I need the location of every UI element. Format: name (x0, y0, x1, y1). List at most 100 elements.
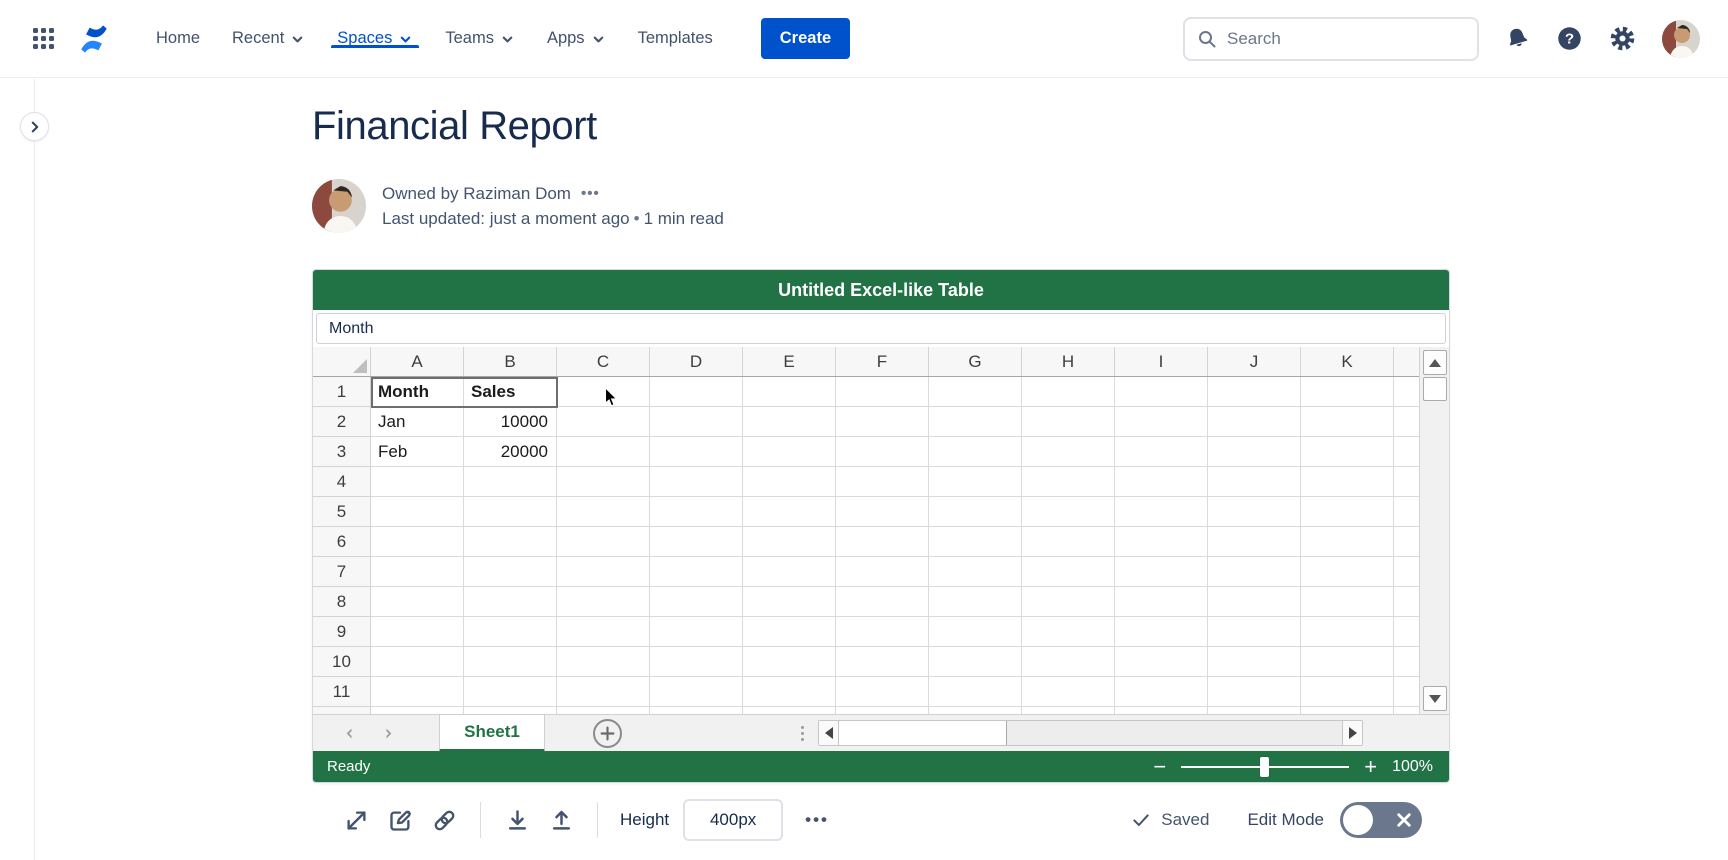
cell-E12[interactable] (743, 707, 836, 714)
zoom-slider[interactable] (1181, 757, 1349, 777)
cell-K11[interactable] (1301, 677, 1394, 707)
cell-D5[interactable] (650, 497, 743, 527)
cell-C5[interactable] (557, 497, 650, 527)
cell-G6[interactable] (929, 527, 1022, 557)
cell-D4[interactable] (650, 467, 743, 497)
cell-E4[interactable] (743, 467, 836, 497)
zoom-out-button[interactable]: − (1153, 757, 1166, 777)
cell-J3[interactable] (1208, 437, 1301, 467)
cell-I5[interactable] (1115, 497, 1208, 527)
vertical-scrollbar[interactable] (1419, 347, 1449, 714)
cell-C8[interactable] (557, 587, 650, 617)
sheet-nav-left-icon[interactable] (343, 727, 356, 740)
cell-G9[interactable] (929, 617, 1022, 647)
cell-C7[interactable] (557, 557, 650, 587)
cell-E8[interactable] (743, 587, 836, 617)
scroll-up-button[interactable] (1423, 350, 1447, 375)
cell-I1[interactable] (1115, 377, 1208, 407)
cell-G5[interactable] (929, 497, 1022, 527)
row-header-6[interactable]: 6 (313, 527, 371, 557)
cell-K4[interactable] (1301, 467, 1394, 497)
owner-text[interactable]: Owned by Raziman Dom (382, 181, 571, 206)
cell-K12[interactable] (1301, 707, 1394, 714)
column-header-F[interactable]: F (836, 347, 929, 376)
cell-J2[interactable] (1208, 407, 1301, 437)
cell-H1[interactable] (1022, 377, 1115, 407)
column-header-E[interactable]: E (743, 347, 836, 376)
cell-E10[interactable] (743, 647, 836, 677)
cell-I11[interactable] (1115, 677, 1208, 707)
add-sheet-button[interactable] (593, 719, 622, 748)
cell-E9[interactable] (743, 617, 836, 647)
cell-G4[interactable] (929, 467, 1022, 497)
cell-B2[interactable]: 10000 (464, 407, 557, 437)
edit-icon[interactable] (378, 798, 422, 842)
cell-A10[interactable] (371, 647, 464, 677)
cell-I12[interactable] (1115, 707, 1208, 714)
row-header-2[interactable]: 2 (313, 407, 371, 437)
cell-H7[interactable] (1022, 557, 1115, 587)
column-header-A[interactable]: A (371, 347, 464, 376)
cell-H10[interactable] (1022, 647, 1115, 677)
cell-K8[interactable] (1301, 587, 1394, 617)
cell-K3[interactable] (1301, 437, 1394, 467)
more-options-button[interactable]: ••• (805, 810, 829, 830)
select-all-corner[interactable] (313, 347, 371, 376)
cell-F6[interactable] (836, 527, 929, 557)
cell-G3[interactable] (929, 437, 1022, 467)
user-avatar[interactable] (1662, 20, 1700, 58)
column-header-B[interactable]: B (464, 347, 557, 376)
cell-F4[interactable] (836, 467, 929, 497)
cell-G11[interactable] (929, 677, 1022, 707)
cell-D9[interactable] (650, 617, 743, 647)
cell-A3[interactable]: Feb (371, 437, 464, 467)
edit-mode-toggle[interactable] (1340, 802, 1422, 838)
cell-H2[interactable] (1022, 407, 1115, 437)
cell-C11[interactable] (557, 677, 650, 707)
create-button[interactable]: Create (761, 18, 850, 59)
cell-A6[interactable] (371, 527, 464, 557)
column-header-D[interactable]: D (650, 347, 743, 376)
cell-K10[interactable] (1301, 647, 1394, 677)
sheet-tab-sheet1[interactable]: Sheet1 (439, 715, 545, 752)
cell-A7[interactable] (371, 557, 464, 587)
cell-D10[interactable] (650, 647, 743, 677)
column-header-I[interactable]: I (1115, 347, 1208, 376)
column-header-K[interactable]: K (1301, 347, 1394, 376)
row-header-9[interactable]: 9 (313, 617, 371, 647)
cell-F11[interactable] (836, 677, 929, 707)
cell-J11[interactable] (1208, 677, 1301, 707)
cell-D8[interactable] (650, 587, 743, 617)
cell-C3[interactable] (557, 437, 650, 467)
cell-C1[interactable] (557, 377, 650, 407)
cell-A2[interactable]: Jan (371, 407, 464, 437)
cell-I4[interactable] (1115, 467, 1208, 497)
settings-gear-icon[interactable] (1609, 25, 1636, 52)
cell-J10[interactable] (1208, 647, 1301, 677)
cell-E7[interactable] (743, 557, 836, 587)
cell-K5[interactable] (1301, 497, 1394, 527)
cell-J8[interactable] (1208, 587, 1301, 617)
cell-K9[interactable] (1301, 617, 1394, 647)
cell-H5[interactable] (1022, 497, 1115, 527)
cell-D11[interactable] (650, 677, 743, 707)
cell-F7[interactable] (836, 557, 929, 587)
row-header-8[interactable]: 8 (313, 587, 371, 617)
cell-G8[interactable] (929, 587, 1022, 617)
row-header-1[interactable]: 1 (313, 377, 371, 407)
expand-sidebar-button[interactable] (20, 112, 49, 141)
upload-icon[interactable] (539, 798, 583, 842)
app-switcher-icon[interactable] (24, 20, 62, 58)
cell-C12[interactable] (557, 707, 650, 714)
row-header-4[interactable]: 4 (313, 467, 371, 497)
vertical-scroll-thumb[interactable] (1423, 377, 1447, 401)
zoom-slider-thumb[interactable] (1260, 757, 1269, 777)
cell-C10[interactable] (557, 647, 650, 677)
cell-J7[interactable] (1208, 557, 1301, 587)
cell-E6[interactable] (743, 527, 836, 557)
cell-H3[interactable] (1022, 437, 1115, 467)
cell-H4[interactable] (1022, 467, 1115, 497)
cell-B9[interactable] (464, 617, 557, 647)
cell-G1[interactable] (929, 377, 1022, 407)
cell-C6[interactable] (557, 527, 650, 557)
